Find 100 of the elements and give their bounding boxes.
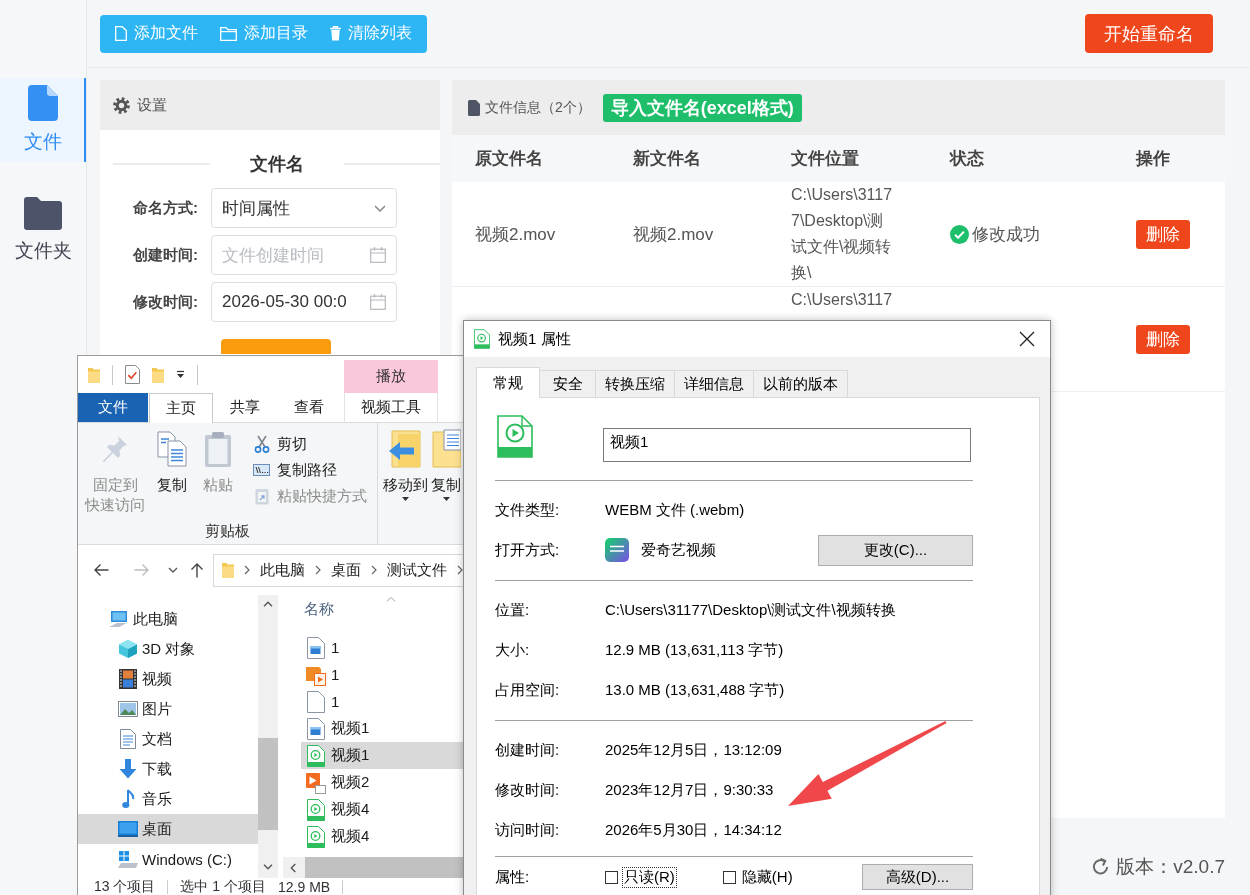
ribbon-tab[interactable]: 共享 [213, 393, 277, 422]
field-label: 命名方式: [133, 198, 198, 216]
delete-button[interactable]: 删除 [1136, 219, 1190, 249]
breadcrumb-item[interactable]: 此电脑 [260, 560, 305, 580]
checkbox[interactable] [605, 870, 618, 884]
status-text: 12.9 MB [278, 878, 331, 895]
chevron-right-icon[interactable] [371, 565, 377, 575]
date-field[interactable]: 2026-05-30 00:0 [211, 282, 397, 322]
file-item[interactable]: 视频4 [301, 796, 463, 823]
property-value: 2023年12月7日，9:30:33 [605, 780, 774, 800]
caret-icon [402, 497, 409, 501]
column-header: 原文件名 [475, 148, 543, 170]
checkbox-label[interactable]: 只读(R) [622, 866, 677, 888]
ribbon-button[interactable]: 复制路径 [253, 459, 367, 481]
change-button[interactable]: 更改(C)... [818, 534, 973, 566]
status-text: 13 个项目 [94, 877, 156, 895]
ribbon-tab[interactable]: 文件 [78, 393, 148, 422]
breadcrumb-item[interactable]: 测试文件 [387, 560, 447, 580]
trash-icon [330, 26, 341, 41]
gear-icon [113, 96, 130, 114]
sidebar-tab[interactable]: 文件夹 [0, 188, 86, 272]
file-item[interactable]: 1 [301, 661, 463, 688]
scroll-down-icon[interactable] [263, 864, 273, 870]
drive-icon [118, 850, 138, 868]
property-label: 属性: [495, 867, 530, 885]
address-bar[interactable]: 此电脑 桌面 测试文件 [213, 553, 463, 587]
status-text: 选中 1 个项目 [180, 877, 267, 895]
checkbox-label[interactable]: 隐藏(H) [739, 866, 795, 888]
start-rename-button[interactable]: 开始重命名 [1085, 14, 1213, 53]
column-header[interactable]: 名称 [304, 599, 334, 619]
ribbon-tab[interactable]: 视频工具 [344, 393, 438, 422]
scrollbar[interactable] [258, 595, 278, 878]
field-label: 创建时间: [133, 245, 198, 263]
document-icon [28, 85, 58, 121]
scroll-left-icon[interactable] [290, 862, 296, 873]
property-value: 2026年5月30日，14:34:12 [605, 820, 782, 840]
nav-item[interactable]: 下载 [78, 754, 258, 784]
file-item[interactable]: 视频1 [301, 742, 463, 769]
up-arrow-icon[interactable] [190, 562, 204, 578]
nav-item[interactable]: 视频 [78, 664, 258, 694]
path-icon [253, 464, 270, 476]
advanced-button[interactable]: 高级(D)... [862, 864, 973, 890]
cube-icon [118, 639, 138, 659]
file-item[interactable]: 视频4 [301, 823, 463, 850]
ribbon-button[interactable]: 剪切 [253, 433, 367, 455]
scroll-up-icon[interactable] [263, 601, 273, 607]
nav-item[interactable]: 桌面 [78, 814, 258, 844]
folder-icon [222, 562, 234, 578]
file-item[interactable]: 视频2 [301, 769, 463, 796]
nav-item[interactable]: 3D 对象 [78, 634, 258, 664]
nav-item[interactable]: 音乐 [78, 784, 258, 814]
document-icon [468, 99, 480, 116]
scissors-icon [253, 435, 270, 453]
select-field[interactable]: 时间属性 [211, 188, 397, 228]
ribbon-tab[interactable]: 主页 [149, 393, 213, 423]
group-label: 剪贴板 [205, 522, 250, 541]
chevron-right-icon[interactable] [457, 565, 463, 575]
folder-icon [220, 26, 237, 41]
video-file-icon [307, 798, 325, 821]
nav-item[interactable]: 此电脑 [78, 604, 258, 634]
checked-document-icon[interactable] [125, 365, 140, 384]
checkbox[interactable] [722, 870, 736, 884]
file-item[interactable]: 1 [301, 688, 463, 715]
dialog-tab[interactable]: 以前的版本 [753, 370, 848, 397]
ribbon-button[interactable]: 复制 [157, 429, 187, 522]
property-value: 2025年12月5日，13:12:09 [605, 740, 782, 760]
dropdown-icon[interactable] [176, 370, 185, 379]
table-cell-text: C:\Users\31177\Desktop\测试文件\视频转换\ [791, 185, 894, 283]
nav-item[interactable]: 图片 [78, 694, 258, 724]
breadcrumb-item[interactable]: 桌面 [331, 560, 361, 580]
clipboard-icon [204, 430, 232, 468]
blank-file-icon [307, 690, 325, 713]
video-file-icon [497, 415, 533, 458]
name-field[interactable]: 视频1 [603, 428, 971, 462]
video-file-icon [307, 825, 325, 848]
property-label: 创建时间: [495, 740, 560, 758]
ribbon-button[interactable]: 复制 [431, 429, 461, 544]
property-value: 13.0 MB (13,631,488 字节) [605, 680, 785, 700]
chevron-right-icon[interactable] [244, 565, 250, 575]
video-file-icon [307, 717, 325, 740]
video-file-icon [307, 744, 325, 767]
property-label: 占用空间: [495, 680, 560, 698]
back-arrow-icon[interactable] [93, 563, 109, 577]
video-file-icon [307, 636, 325, 659]
status-text: 修改成功 [972, 223, 1040, 246]
ribbon-button[interactable]: 移动到 [383, 429, 428, 544]
file-item[interactable]: 视频1 [301, 715, 463, 742]
nav-item[interactable]: Windows (C:) [78, 844, 258, 874]
delete-button[interactable]: 删除 [1136, 324, 1190, 354]
nav-item[interactable]: 文档 [78, 724, 258, 754]
dialog-tab[interactable]: 常规 [476, 367, 540, 398]
chevron-right-icon[interactable] [315, 565, 321, 575]
scroll-thumb[interactable] [258, 738, 278, 830]
panel-title: 文件信息（2个） [485, 98, 591, 117]
video-file-icon [474, 329, 490, 349]
file-item[interactable]: 1 [301, 634, 463, 661]
app-icon [605, 538, 629, 562]
ribbon-tab[interactable]: 查看 [277, 393, 341, 422]
chevron-down-icon[interactable] [168, 567, 178, 573]
sort-caret-icon [386, 596, 396, 602]
